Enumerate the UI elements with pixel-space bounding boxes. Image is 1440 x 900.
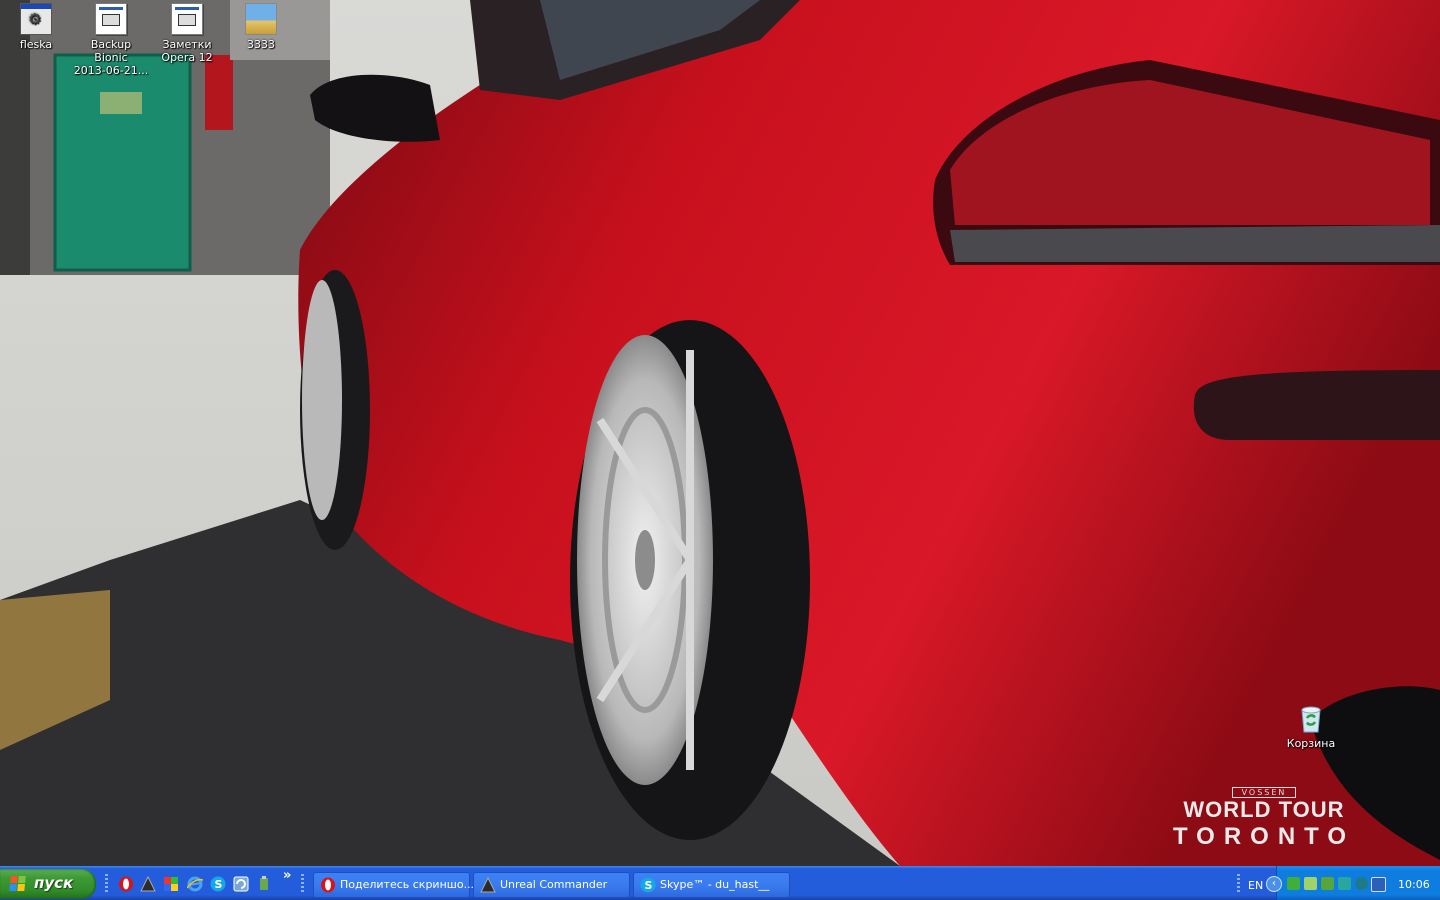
desktop-icon-label: Заметки	[162, 38, 212, 51]
desktop-icon-opera-notes[interactable]: Заметки Opera 12	[149, 3, 225, 64]
globe-tray-icon[interactable]	[1355, 877, 1368, 890]
svg-text:S: S	[215, 878, 223, 891]
task-button-skype[interactable]: S Skype™ - du_hast__	[633, 872, 790, 898]
refresh-tool-icon[interactable]	[233, 876, 249, 892]
unreal-commander-icon[interactable]	[140, 875, 156, 892]
start-button[interactable]: пуск	[0, 869, 96, 899]
task-button-unreal-commander[interactable]: Unreal Commander	[473, 872, 630, 898]
start-label: пуск	[34, 874, 74, 892]
show-hidden-icons-button[interactable]: ‹	[1266, 876, 1282, 892]
monitor-tray-icon[interactable]	[1371, 877, 1386, 892]
green-shield-tray-icon[interactable]	[1287, 877, 1300, 890]
unreal-commander-icon	[480, 876, 496, 893]
desktop-icon-label: fleska	[19, 38, 53, 51]
opera-icon[interactable]	[118, 876, 134, 892]
exe-app-icon	[20, 3, 52, 35]
desktop[interactable]: fleska Backup Bionic 2013-06-21... Замет…	[0, 0, 1440, 866]
recycle-bin-icon	[1296, 704, 1326, 734]
network-tray-icon[interactable]	[1321, 877, 1334, 890]
task-label: Unreal Commander	[500, 878, 608, 891]
sync-tray-icon[interactable]	[1304, 877, 1317, 890]
desktop-icon-label-line2: Opera 12	[161, 51, 213, 64]
desktop-icon-label-line2: 2013-06-21...	[73, 64, 149, 77]
desktop-icon-label: 3333	[247, 38, 275, 51]
task-button-opera[interactable]: Поделитесь скриншо...	[313, 872, 474, 898]
quick-launch-overflow[interactable]: »	[283, 868, 291, 883]
wallpaper-logo: VOSSEN WORLD TOUR TORONTO	[1156, 787, 1372, 859]
taskbar-grip[interactable]	[1237, 874, 1240, 894]
opera-icon	[320, 877, 336, 893]
language-indicator[interactable]: EN	[1248, 879, 1263, 892]
wallpaper-line1: WORLD TOUR	[1183, 797, 1345, 822]
wallpaper-line2: TORONTO	[1172, 823, 1356, 850]
desktop-icon-fleska[interactable]: fleska	[0, 3, 74, 51]
document-icon	[171, 3, 203, 35]
taskbar-grip[interactable]	[105, 874, 108, 894]
task-label: Поделитесь скриншо...	[340, 878, 475, 891]
svg-text:S: S	[645, 879, 653, 892]
desktop-icon-backup-bionic[interactable]: Backup Bionic 2013-06-21...	[73, 3, 149, 77]
image-file-icon	[245, 3, 277, 35]
skype-icon: S	[640, 877, 656, 893]
task-label: Skype™ - du_hast__	[660, 878, 770, 891]
document-icon	[95, 3, 127, 35]
usb-tool-icon[interactable]	[256, 876, 272, 892]
internet-explorer-icon[interactable]	[186, 876, 204, 892]
picasa-icon[interactable]	[163, 876, 179, 892]
update-tray-icon[interactable]	[1338, 877, 1351, 890]
desktop-icon-label: Корзина	[1286, 737, 1336, 750]
skype-icon[interactable]: S	[210, 876, 226, 892]
desktop-icon-label: Backup Bionic	[90, 38, 132, 64]
desktop-icon-3333[interactable]: 3333	[223, 3, 299, 51]
taskbar-grip[interactable]	[301, 874, 304, 894]
windows-logo-icon	[9, 876, 27, 892]
clock[interactable]: 10:06	[1398, 878, 1430, 891]
desktop-icon-recycle-bin[interactable]: Корзина	[1273, 704, 1349, 750]
wallpaper	[0, 0, 1440, 866]
